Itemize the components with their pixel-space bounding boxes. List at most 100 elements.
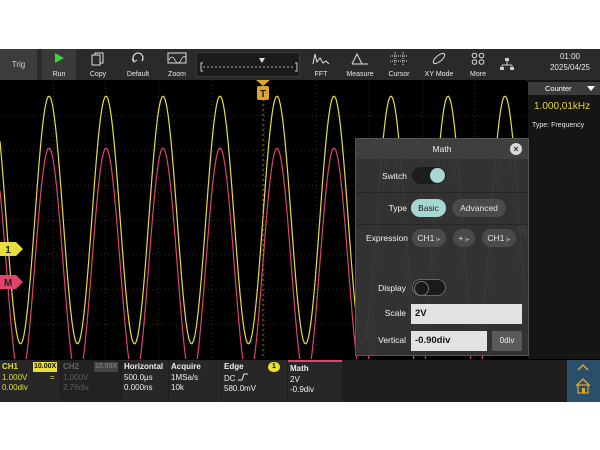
vertical-label: Vertical (378, 335, 406, 345)
ch1-header: CH1 10.00X (2, 362, 58, 373)
fft-label: FFT (314, 71, 328, 78)
trig-status[interactable]: Trig (0, 49, 37, 80)
ch2-name: CH2 (63, 362, 80, 371)
reset-icon (131, 52, 144, 63)
xy-mode-icon (432, 52, 446, 65)
clock: 01:00 2025/04/25 (542, 51, 598, 73)
acquire-header: Acquire (171, 362, 201, 371)
trigger-marker-text: T (260, 89, 266, 100)
ch2-header: CH2 10.00X (63, 362, 119, 373)
scale-field[interactable]: 2V (411, 304, 522, 324)
expression-label: Expression (365, 233, 408, 243)
counter-type: Type: Frequency (532, 122, 585, 129)
memory-position-bar[interactable] (196, 52, 300, 77)
trigger-position-marker[interactable]: T (256, 80, 270, 102)
ch1-probe: 10.00X (33, 362, 58, 372)
ch1-name: CH1 (2, 362, 19, 371)
chevron-up-icon (577, 363, 589, 371)
counter-header[interactable]: Counter (528, 82, 600, 95)
trig-label: Trig (11, 60, 26, 69)
status-bar: CH1 10.00X 1.000V = 0.00div CH2 10.00X 1.… (0, 360, 600, 402)
counter-panel: Counter 1.000,01kHz Type: Frequency (528, 80, 600, 359)
ch1-volts: 1.000V (2, 373, 28, 382)
run-button[interactable]: Run (42, 49, 76, 80)
measure-label: Measure (346, 71, 374, 78)
horizontal-header: Horizontal (124, 362, 164, 371)
fft-icon (312, 53, 330, 65)
display-label: Display (378, 283, 406, 293)
default-label: Default (126, 71, 150, 78)
horizontal-info[interactable]: Horizontal 500.0µs 0.000ns (122, 360, 168, 402)
cursor-label: Cursor (388, 71, 410, 78)
expression-source1-select[interactable]: CH1 |▸ (412, 229, 446, 247)
oscilloscope-screen: Trig Run Copy Default Zoom FFT Measure C… (0, 49, 600, 402)
vertical-field[interactable]: -0.90div (411, 331, 487, 351)
acquire-rate: 1MSa/s (171, 373, 199, 382)
math-display-toggle[interactable] (412, 279, 446, 296)
trigger-coupling: DC (224, 374, 236, 383)
type-advanced-button[interactable]: Advanced (452, 199, 506, 217)
more-label: More (470, 71, 486, 78)
copy-button[interactable]: Copy (80, 49, 116, 80)
toggle-knob (414, 281, 429, 296)
rising-edge-icon (237, 373, 248, 381)
chevron-down-icon (587, 86, 595, 91)
fft-button[interactable]: FFT (302, 49, 340, 80)
ch1-level-marker[interactable]: 1 (0, 242, 24, 256)
copy-label: Copy (89, 71, 107, 78)
ch1-volts-row: 1.000V = (2, 373, 58, 383)
zoom-icon (167, 52, 187, 64)
cursor-button[interactable]: Cursor (381, 49, 417, 80)
ch1-offset: 0.00div (2, 383, 28, 392)
ch1-info[interactable]: CH1 10.00X 1.000V = 0.00div (0, 360, 60, 402)
ch2-info[interactable]: CH2 10.00X 1.000V 2.76div (61, 360, 121, 402)
math-level-marker[interactable]: M (0, 275, 24, 289)
more-button[interactable]: More (461, 49, 495, 80)
switch-label: Switch (381, 171, 407, 181)
zoom-button[interactable]: Zoom (160, 49, 194, 80)
expression-operator-select[interactable]: + |▸ (453, 229, 475, 247)
ch2-volts: 1.000V (63, 373, 89, 382)
clock-date: 2025/04/25 (549, 63, 591, 72)
vertical-zero-button[interactable]: 0div (492, 331, 522, 351)
math-dialog-header: Math × (356, 139, 528, 159)
horizontal-delay: 0.000ns (124, 383, 153, 392)
acquire-info[interactable]: Acquire 1MSa/s 10k (169, 360, 221, 402)
xy-mode-button[interactable]: XY Mode (419, 49, 459, 80)
run-label: Run (52, 71, 66, 78)
math-header: Math (290, 364, 309, 373)
ch2-offset: 2.76div (63, 383, 89, 392)
trigger-header: Edge 1 (224, 362, 285, 373)
home-icon (575, 378, 591, 394)
network-icon[interactable] (500, 58, 514, 71)
clock-time: 01:00 (559, 52, 581, 61)
toggle-knob (430, 168, 445, 183)
expression-source2-select[interactable]: CH1 |▸ (482, 229, 516, 247)
memory-bar-graphic (200, 58, 298, 72)
counter-title: Counter (545, 84, 572, 93)
measure-button[interactable]: Measure (341, 49, 379, 80)
trigger-coupling-row: DC (224, 373, 285, 384)
close-icon[interactable]: × (510, 143, 522, 155)
home-button[interactable] (567, 360, 600, 402)
default-button[interactable]: Default (120, 49, 156, 80)
acquire-depth: 10k (171, 383, 184, 392)
ch1-coupling: = (50, 373, 55, 382)
zoom-label: Zoom (168, 71, 186, 78)
more-icon (471, 52, 485, 65)
horizontal-timebase: 500.0µs (124, 373, 153, 382)
trigger-type: Edge (224, 362, 244, 371)
math-marker-text: M (4, 278, 12, 289)
expression-source1-value: CH1 (417, 233, 435, 243)
type-label: Type (388, 203, 407, 213)
copy-icon (91, 52, 104, 66)
type-basic-button[interactable]: Basic (411, 199, 446, 217)
xy-mode-label: XY Mode (424, 71, 454, 78)
ch2-probe: 10.00X (94, 362, 119, 372)
math-scale: 2V (290, 375, 300, 384)
divider (356, 224, 528, 225)
math-switch-toggle[interactable] (412, 167, 446, 184)
math-info[interactable]: Math 2V -0.9div (288, 360, 342, 402)
trigger-info[interactable]: Edge 1 DC 580.0mV (222, 360, 287, 402)
cursor-icon (390, 52, 408, 65)
